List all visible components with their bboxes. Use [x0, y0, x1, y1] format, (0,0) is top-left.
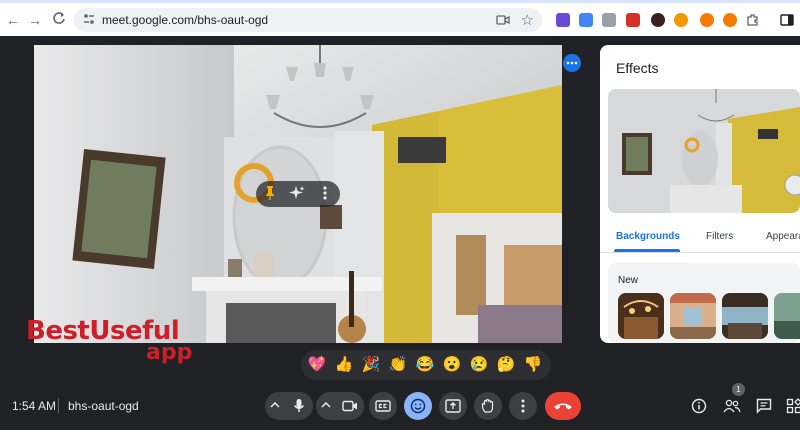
more-options-button[interactable]: [509, 392, 537, 420]
call-end-icon: [554, 403, 572, 410]
side-panel-icon[interactable]: [780, 13, 794, 27]
reaction-party-popper[interactable]: 🎉: [360, 354, 382, 376]
reaction-sparkling-heart[interactable]: 💖: [306, 354, 328, 376]
camera-extension-icon[interactable]: [602, 13, 616, 27]
chat-icon: [756, 398, 772, 414]
section-label-new: New: [618, 275, 639, 286]
chat-button[interactable]: [754, 396, 774, 416]
extension-icon[interactable]: [674, 13, 688, 27]
tab-appearance[interactable]: Appeara: [766, 231, 800, 242]
bookmark-star-icon[interactable]: ☆: [521, 11, 534, 29]
activities-button[interactable]: [784, 396, 800, 416]
site-info-icon[interactable]: [82, 12, 96, 26]
translate-extension-icon[interactable]: [579, 13, 593, 27]
background-thumbnail[interactable]: [722, 293, 768, 339]
tile-overlay-controls: [256, 181, 340, 207]
more-vert-icon: [521, 399, 525, 413]
effects-preview: [608, 89, 800, 213]
emoji-smile-icon: [410, 398, 426, 414]
extension-icon[interactable]: [700, 13, 714, 27]
extension-icon[interactable]: [626, 13, 640, 27]
meeting-code: bhs-oaut-ogd: [68, 399, 139, 413]
reaction-clapping[interactable]: 👏: [387, 354, 409, 376]
reaction-laughing[interactable]: 😂: [414, 354, 436, 376]
info-icon: [691, 398, 707, 414]
reload-icon: [53, 12, 65, 24]
effects-panel-title: Effects: [616, 60, 659, 76]
people-button[interactable]: [722, 396, 742, 416]
tab-filters[interactable]: Filters: [706, 231, 733, 242]
browser-toolbar: ← → meet.google.com/bhs-oaut-ogd ☆: [0, 0, 800, 36]
captions-button[interactable]: [369, 392, 397, 420]
tile-more-options-button[interactable]: [563, 54, 581, 72]
background-thumbnail[interactable]: [774, 293, 800, 339]
activities-icon: [786, 398, 800, 414]
pin-icon[interactable]: [263, 185, 277, 204]
reaction-thumbs-down[interactable]: 👎: [522, 354, 544, 376]
more-horiz-icon: [566, 61, 578, 65]
background-thumbnail[interactable]: [618, 293, 664, 339]
people-icon: [723, 399, 741, 413]
reaction-crying[interactable]: 😢: [468, 354, 490, 376]
participant-count-badge: 1: [732, 383, 745, 396]
backgrounds-section: New: [608, 263, 800, 343]
closed-captions-icon: [375, 400, 391, 412]
reload-button[interactable]: [50, 11, 68, 29]
divider: [58, 398, 59, 413]
meeting-details-button[interactable]: [689, 396, 709, 416]
tabs-divider: [600, 252, 800, 253]
sparkle-effects-icon[interactable]: [289, 185, 305, 204]
extension-icon[interactable]: [723, 13, 737, 27]
reaction-thumbs-up[interactable]: 👍: [333, 354, 355, 376]
extension-icon[interactable]: [651, 13, 665, 27]
extension-icon[interactable]: [556, 13, 570, 27]
leave-call-button[interactable]: [545, 392, 581, 420]
back-button[interactable]: ←: [4, 11, 22, 29]
microphone-button[interactable]: [285, 392, 313, 420]
forward-button[interactable]: →: [26, 11, 44, 29]
present-screen-button[interactable]: [439, 392, 467, 420]
watermark-logo-subtext: app: [146, 340, 193, 365]
microphone-icon: [293, 399, 305, 412]
hand-icon: [481, 398, 494, 413]
present-to-all-icon: [445, 399, 461, 413]
videocam-icon: [342, 400, 357, 412]
raise-hand-button[interactable]: [474, 392, 502, 420]
camera-button[interactable]: [336, 392, 364, 420]
url-text: meet.google.com/bhs-oaut-ogd: [102, 13, 269, 27]
mic-options-chevron-icon[interactable]: [265, 392, 285, 420]
address-bar[interactable]: meet.google.com/bhs-oaut-ogd ☆: [74, 8, 542, 32]
effects-panel: Effects Backgrounds Filters Appeara New: [600, 45, 800, 343]
camera-options-chevron-icon[interactable]: [316, 392, 336, 420]
camera-in-use-icon[interactable]: [496, 13, 510, 27]
clock-time: 1:54 AM: [12, 399, 57, 413]
background-thumbnail[interactable]: [670, 293, 716, 339]
tab-backgrounds[interactable]: Backgrounds: [616, 231, 680, 242]
reactions-bar: 💖 👍 🎉 👏 😂 😮 😢 🤔 👎: [301, 350, 551, 380]
send-reaction-button[interactable]: [404, 392, 432, 420]
extensions-puzzle-icon[interactable]: [746, 13, 760, 27]
reaction-thinking[interactable]: 🤔: [495, 354, 517, 376]
reaction-surprised[interactable]: 😮: [441, 354, 463, 376]
more-vert-icon[interactable]: [322, 185, 328, 204]
